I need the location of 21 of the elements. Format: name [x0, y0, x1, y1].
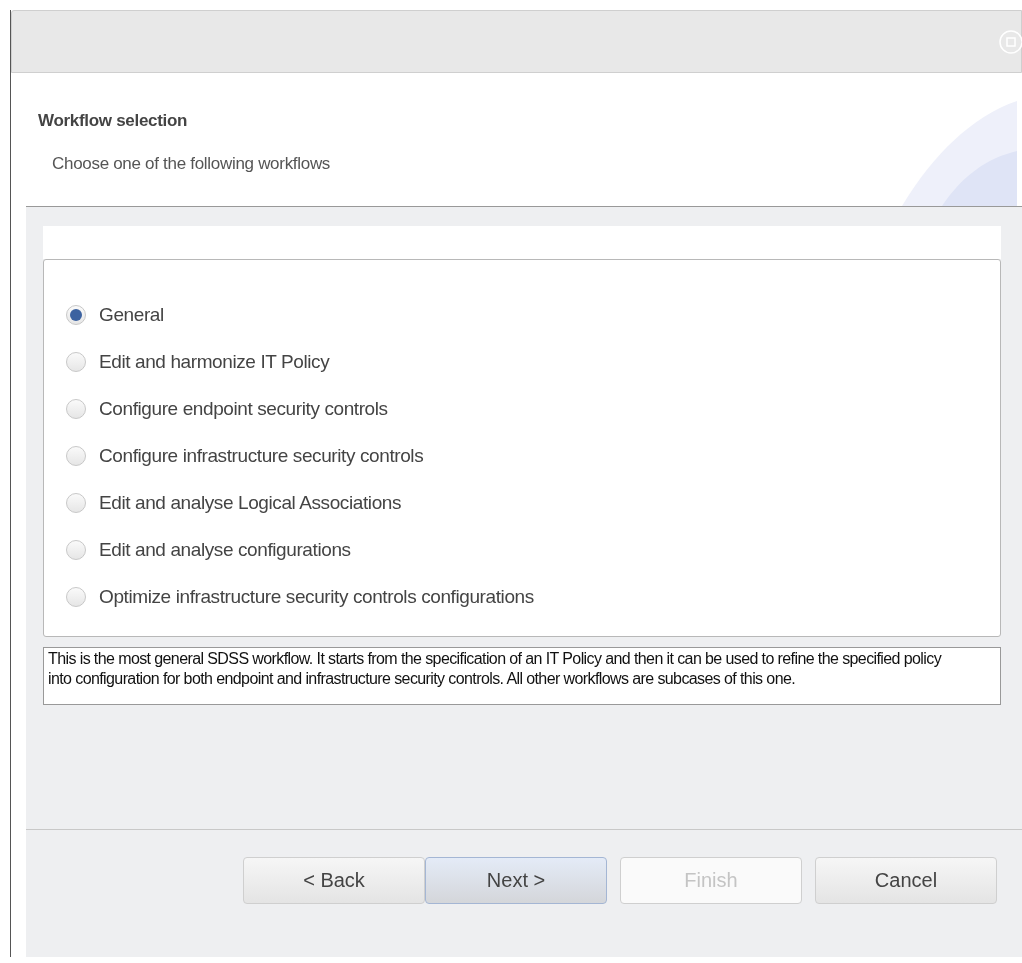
radio-button[interactable] — [66, 304, 86, 325]
radio-label[interactable]: Configure endpoint security controls — [99, 397, 388, 420]
radio-button[interactable] — [66, 492, 86, 513]
page-description: Choose one of the following workflows — [51, 154, 331, 174]
radio-button[interactable] — [66, 539, 86, 560]
radio-button[interactable] — [66, 398, 86, 419]
radio-button[interactable] — [66, 445, 86, 466]
radio-button[interactable] — [66, 351, 86, 372]
maximize-icon[interactable] — [999, 29, 1022, 54]
radio-label[interactable]: Edit and analyse configurations — [99, 538, 351, 561]
radio-label[interactable]: General — [99, 303, 164, 326]
wizard-button[interactable]: Next > — [425, 857, 607, 904]
workflow-description: This is the most general SDSS workflow. It starts from the specification of an IT Policy and then it can be used to refine the specified policy into configuration for both endpoint and infrastructure security controls. All other workflows are subcases of this one. — [43, 647, 1001, 705]
radio-label[interactable]: Edit and harmonize IT Policy — [99, 350, 330, 373]
radio-button[interactable] — [66, 586, 86, 607]
wizard-button[interactable]: Cancel — [815, 857, 997, 904]
radio-label[interactable]: Edit and analyse Logical Associations — [99, 491, 402, 514]
page-title: Workflow selection — [37, 111, 189, 131]
wizard-button[interactable]: < Back — [243, 857, 425, 904]
radio-label[interactable]: Optimize infrastructure security controls configurations — [99, 585, 534, 608]
radio-label[interactable]: Configure infrastructure security controls — [99, 444, 424, 467]
